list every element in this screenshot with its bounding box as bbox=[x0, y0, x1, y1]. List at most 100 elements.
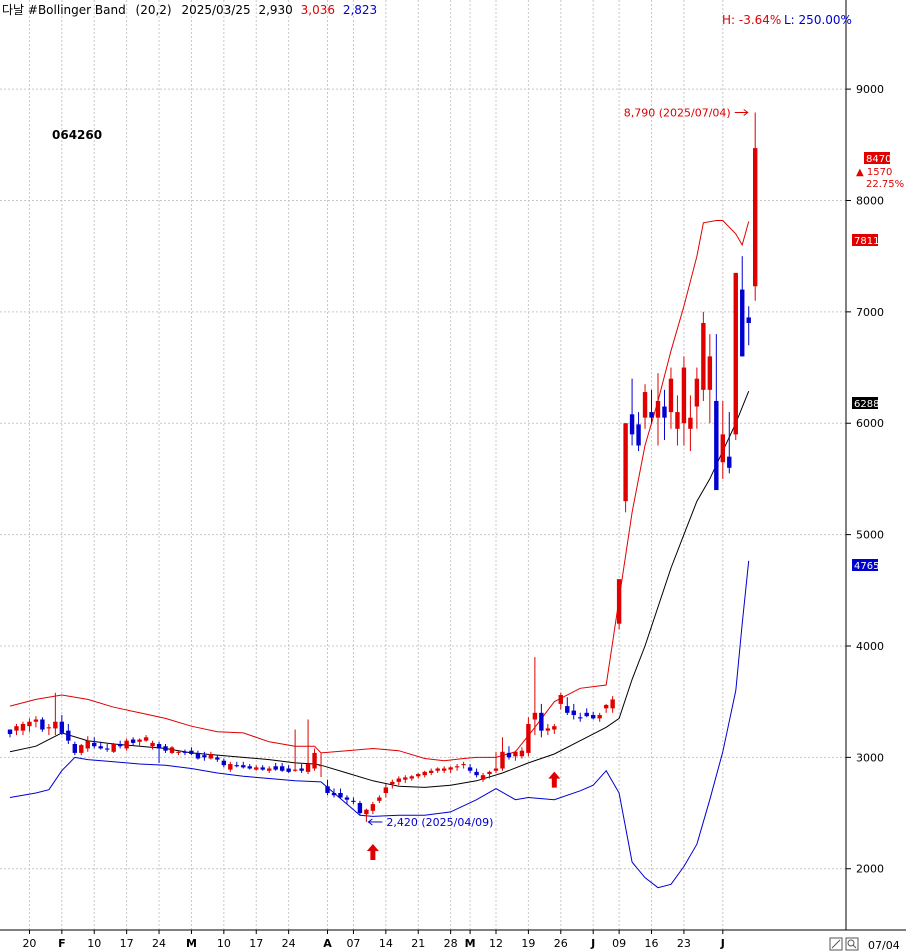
y-tick-label: 6000 bbox=[856, 417, 884, 430]
header-value-middle: 2,930 bbox=[258, 3, 292, 17]
candle-body bbox=[409, 776, 414, 779]
x-tick-label: 10 bbox=[217, 937, 231, 950]
candle-body bbox=[422, 771, 427, 776]
candle-body bbox=[72, 744, 77, 753]
x-tick-label: 12 bbox=[489, 937, 503, 950]
x-tick-label: F bbox=[58, 937, 66, 950]
x-tick-label: 07 bbox=[346, 937, 360, 950]
y-tick-label: 9000 bbox=[856, 83, 884, 96]
candle-body bbox=[331, 793, 337, 796]
candle-body bbox=[403, 777, 408, 780]
annotations: 8,790 (2025/07/04) 2,420 (2025/04/09) bbox=[366, 106, 749, 861]
candle-body bbox=[636, 424, 641, 446]
buy-signal-arrow bbox=[548, 771, 561, 788]
header-date: 2025/03/25 bbox=[181, 3, 250, 17]
upper-band-value: 7811 bbox=[854, 236, 879, 247]
y-tick-label: 7000 bbox=[856, 306, 884, 319]
y-tick-label: 4000 bbox=[856, 640, 884, 653]
candle-body bbox=[53, 721, 58, 729]
candle-body bbox=[565, 706, 570, 713]
candle-body bbox=[312, 752, 317, 769]
chart-header: 다날 #Bollinger Band (20,2) 2025/03/25 2,9… bbox=[2, 3, 377, 17]
candle-body bbox=[357, 803, 363, 814]
x-tick-label: 24 bbox=[152, 937, 166, 950]
candle-body bbox=[467, 767, 473, 771]
candle-body bbox=[733, 272, 738, 435]
candle-body bbox=[753, 148, 758, 287]
candle-body bbox=[85, 740, 90, 749]
candle-body bbox=[740, 289, 745, 357]
candle-body bbox=[27, 721, 32, 727]
candle-body bbox=[325, 786, 330, 794]
candle-body bbox=[493, 768, 499, 771]
low-annotation-label: 2,420 (2025/04/09) bbox=[386, 816, 493, 829]
candle-body bbox=[59, 721, 65, 733]
indicator-params: (20,2) bbox=[136, 3, 172, 17]
candle-body bbox=[20, 723, 26, 731]
candle-body bbox=[519, 750, 525, 757]
candle-body bbox=[241, 765, 246, 768]
candle-body bbox=[105, 748, 110, 750]
candle-body bbox=[150, 742, 155, 747]
candle-body bbox=[429, 770, 434, 773]
candle-body bbox=[390, 781, 395, 785]
y-tick-label: 3000 bbox=[856, 751, 884, 764]
lower-band-value: 4765 bbox=[854, 561, 879, 572]
candle-body bbox=[448, 767, 453, 770]
candle-body bbox=[694, 378, 700, 407]
middle-band-value-box: 6288 bbox=[852, 397, 879, 410]
candle-body bbox=[454, 766, 460, 768]
bollinger-band-chart: 8,790 (2025/07/04)2,420 (2025/04/09) 200… bbox=[0, 0, 906, 952]
candle-body bbox=[169, 747, 175, 753]
x-axis: 20 F 10 17 24 M 10 17 24 A 07 14 21 28 M 12 19 26 J 09 16 23 J bbox=[22, 930, 725, 950]
x-tick-label: 16 bbox=[645, 937, 659, 950]
last-date-label: 07/04 bbox=[868, 939, 900, 952]
candle-body bbox=[286, 768, 291, 772]
zoom-icon[interactable] bbox=[845, 937, 859, 951]
candle-body bbox=[305, 764, 311, 772]
candle-body bbox=[435, 768, 440, 771]
candle-body bbox=[370, 804, 376, 811]
candle-body bbox=[714, 400, 719, 491]
x-tick-label: 24 bbox=[282, 937, 296, 950]
candle-body bbox=[189, 750, 194, 755]
candle-body bbox=[130, 739, 136, 743]
lower-band-line bbox=[9, 560, 750, 889]
edit-icon[interactable] bbox=[829, 937, 843, 951]
candle-body bbox=[720, 434, 725, 463]
candle-body bbox=[688, 417, 693, 429]
buy-signal-arrow bbox=[366, 844, 379, 861]
candle-body bbox=[701, 322, 706, 390]
header-value-upper: 3,036 bbox=[301, 3, 335, 17]
price-change-pct-label: 22.75% bbox=[866, 179, 904, 190]
upper-band-value-box: 7811 bbox=[852, 234, 879, 247]
x-tick-label: 14 bbox=[379, 937, 393, 950]
grid-lines bbox=[0, 0, 846, 930]
x-tick-label: 17 bbox=[120, 937, 134, 950]
candle-body bbox=[416, 774, 421, 777]
candle-body bbox=[66, 730, 71, 741]
candle-body bbox=[195, 752, 201, 759]
candle-body bbox=[254, 767, 259, 770]
header-value-lower: 2,823 bbox=[343, 3, 377, 17]
x-tick-label: 28 bbox=[444, 937, 458, 950]
candle-body bbox=[351, 800, 356, 802]
candle-body bbox=[578, 717, 583, 719]
x-tick-label: 17 bbox=[249, 937, 263, 950]
candle-body bbox=[480, 775, 486, 780]
indicator-name: 다날 #Bollinger Band bbox=[2, 3, 126, 17]
close-price-label: 8470 bbox=[866, 154, 891, 165]
candle-body bbox=[318, 765, 324, 767]
candle-body bbox=[279, 766, 285, 771]
candle-body bbox=[668, 378, 674, 413]
candle-body bbox=[675, 412, 680, 429]
stock-code: 064260 bbox=[52, 128, 102, 142]
middle-band-line bbox=[9, 391, 750, 788]
candle-body bbox=[526, 723, 531, 753]
y-tick-label: 5000 bbox=[856, 529, 884, 542]
candle-body bbox=[260, 767, 265, 770]
candle-body bbox=[92, 742, 97, 747]
candle-body bbox=[642, 392, 648, 418]
candle-body bbox=[156, 744, 162, 749]
bollinger-bands bbox=[9, 220, 750, 889]
